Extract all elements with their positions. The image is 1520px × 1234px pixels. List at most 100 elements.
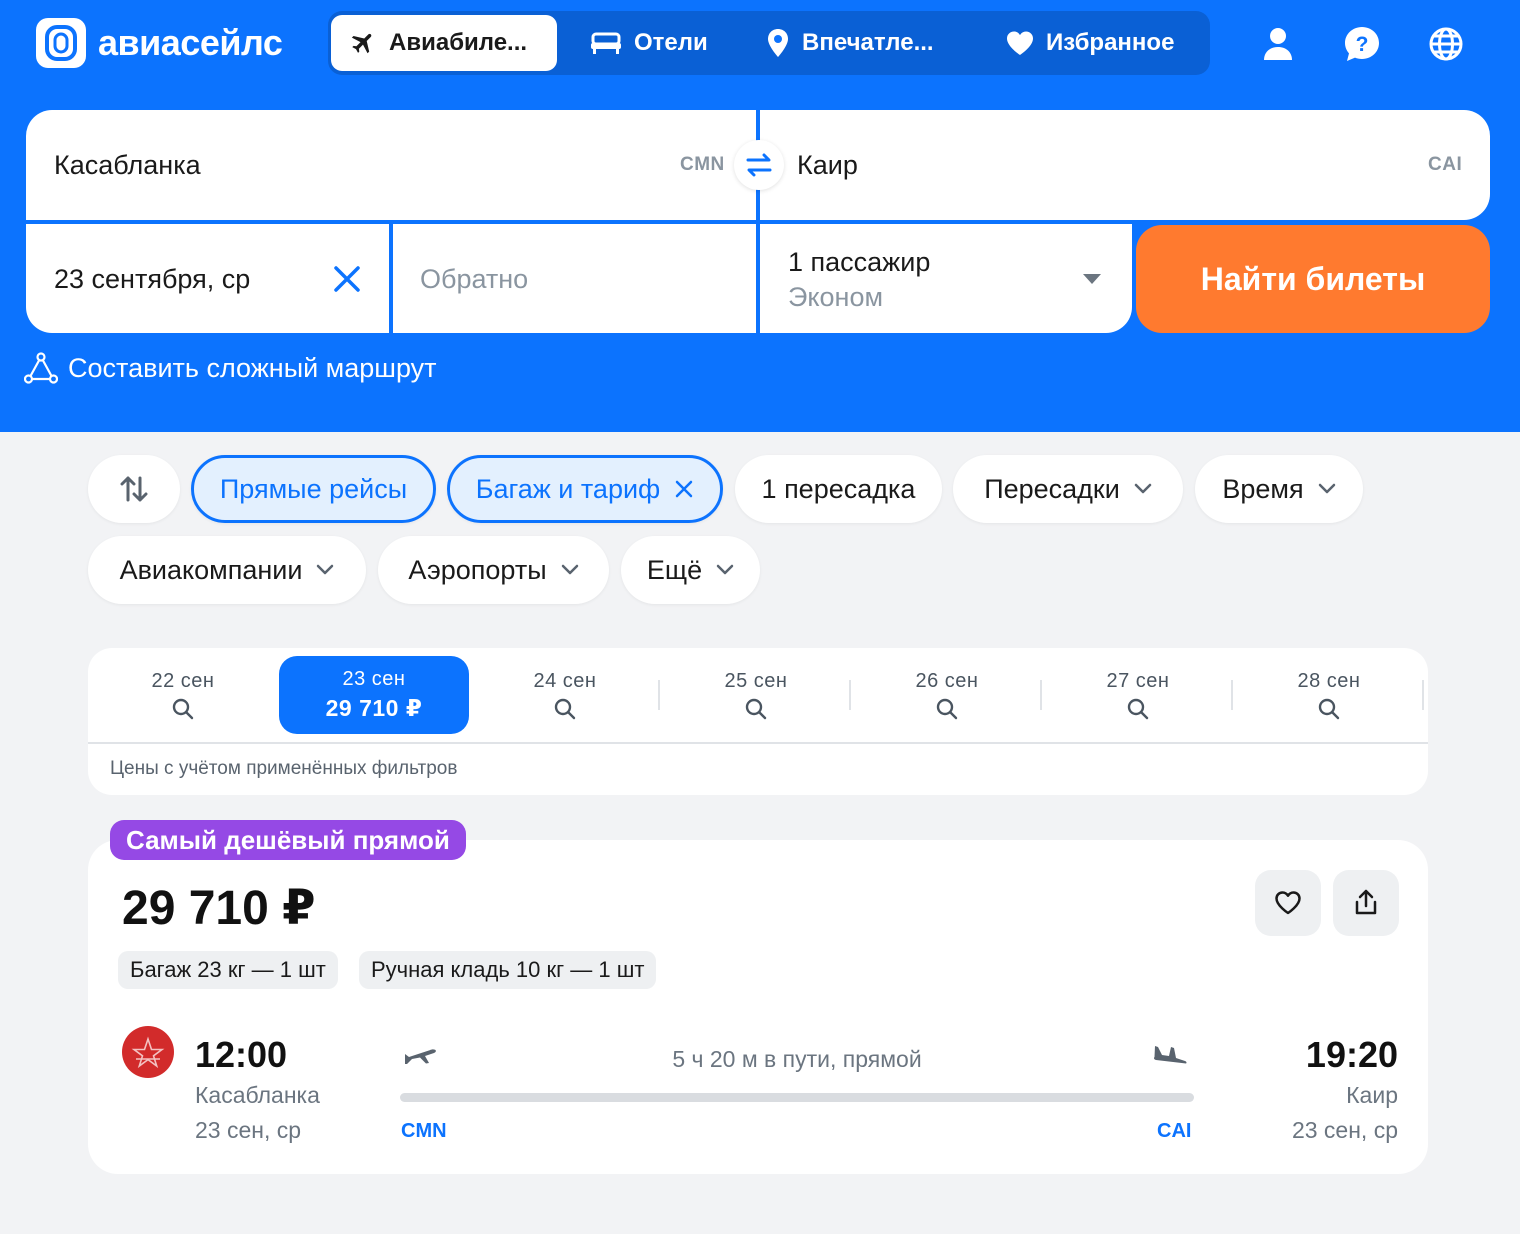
origin-field[interactable]: Касабланка CMN <box>26 110 756 220</box>
date-label: 24 сен <box>533 669 597 692</box>
depart-date-field[interactable]: 23 сентября, ср <box>26 224 389 333</box>
chevron-down-icon <box>716 564 734 575</box>
filter-transfers-label: Пересадки <box>984 473 1120 504</box>
logo-text: авиасейлс <box>98 22 283 63</box>
help-icon[interactable]: ? <box>1340 22 1384 66</box>
depart-time: 12:00 <box>195 1034 288 1075</box>
arrive-city: Каир <box>1346 1082 1398 1108</box>
ticket-price: 29 710 ₽ <box>122 882 316 935</box>
cabin-class: Эконом <box>788 282 884 312</box>
flight-track <box>400 1093 1194 1102</box>
tab-flights[interactable]: Авиабиле... <box>331 15 557 71</box>
baggage-pill: Багаж 23 кг — 1 шт <box>118 951 338 989</box>
filter-time-label: Время <box>1222 473 1304 504</box>
return-date-placeholder: Обратно <box>420 264 529 294</box>
chevron-down-icon <box>1134 483 1152 494</box>
search-icon <box>172 698 194 719</box>
close-icon[interactable] <box>674 479 694 499</box>
date-label: 23 сен <box>342 668 406 690</box>
date-divider <box>849 680 851 710</box>
filter-baggage-tariff-label: Багаж и тариф <box>475 473 661 504</box>
destination-code: CAI <box>1428 154 1463 175</box>
tab-favorites-label: Избранное <box>1046 29 1175 56</box>
date-28[interactable]: 28 сен <box>1234 656 1424 734</box>
share-button[interactable] <box>1333 870 1399 936</box>
filter-one-stop-label: 1 пересадка <box>761 473 916 504</box>
filter-direct-flights-label: Прямые рейсы <box>219 473 408 504</box>
depart-city: Касабланка <box>195 1082 320 1108</box>
complex-route-link[interactable]: Составить сложный маршрут <box>24 352 437 384</box>
filter-transfers[interactable]: Пересадки <box>953 455 1183 523</box>
route-icon <box>24 352 58 384</box>
date-label: 22 сен <box>151 669 215 692</box>
heart-icon <box>1007 31 1033 55</box>
date-label: 27 сен <box>1106 669 1170 692</box>
airline-emblem-icon <box>131 1036 165 1069</box>
return-date-field[interactable]: Обратно <box>393 224 756 333</box>
landing-icon <box>1154 1046 1187 1064</box>
globe-icon[interactable] <box>1424 22 1468 66</box>
search-icon <box>1318 698 1340 719</box>
origin-city: Касабланка <box>54 150 201 180</box>
date-24[interactable]: 24 сен <box>470 656 660 734</box>
passengers-field[interactable]: 1 пассажир Эконом <box>760 224 1132 333</box>
clear-date-icon[interactable] <box>332 264 362 294</box>
airline-logo <box>122 1026 174 1078</box>
logo[interactable]: авиасейлс <box>36 18 283 68</box>
location-pin-icon <box>768 29 788 57</box>
destination-field[interactable]: Каир CAI <box>760 110 1490 220</box>
search-button[interactable]: Найти билеты <box>1136 225 1490 333</box>
depart-date-value: 23 сентября, ср <box>54 264 251 294</box>
user-icon[interactable] <box>1256 22 1300 66</box>
swap-icon <box>746 153 772 177</box>
filter-airports[interactable]: Аэропорты <box>378 536 609 604</box>
date-divider <box>1231 680 1233 710</box>
date-27[interactable]: 27 сен <box>1043 656 1233 734</box>
tab-experiences-label: Впечатле... <box>802 29 934 56</box>
date-22[interactable]: 22 сен <box>88 656 278 734</box>
tab-flights-label: Авиабиле... <box>389 29 528 56</box>
flight-duration: 5 ч 20 м в пути, прямой <box>672 1046 922 1072</box>
date-divider <box>1040 680 1042 710</box>
filter-airports-label: Аэропорты <box>408 554 547 585</box>
search-icon <box>745 698 767 719</box>
filter-more[interactable]: Ещё <box>621 536 760 604</box>
cheapest-direct-badge: Самый дешёвый прямой <box>110 820 466 860</box>
hand-luggage-pill: Ручная кладь 10 кг — 1 шт <box>359 951 657 989</box>
price-filter-note: Цены с учётом применённых фильтров <box>110 758 458 779</box>
date-label: 28 сен <box>1297 669 1361 692</box>
depart-date: 23 сен, ср <box>195 1117 302 1143</box>
arrive-time: 19:20 <box>1305 1034 1398 1075</box>
sort-icon <box>120 476 148 502</box>
filter-time[interactable]: Время <box>1195 455 1363 523</box>
date-label: 26 сен <box>915 669 979 692</box>
complex-route-label: Составить сложный маршрут <box>68 352 437 383</box>
svg-text:?: ? <box>1356 33 1369 56</box>
heart-outline-icon <box>1275 891 1301 915</box>
takeoff-icon <box>405 1049 436 1064</box>
sort-button[interactable] <box>88 455 180 523</box>
chevron-down-icon <box>317 564 334 575</box>
logo-icon <box>36 18 86 68</box>
date-label: 25 сен <box>724 669 788 692</box>
passengers-count: 1 пассажир <box>788 247 931 277</box>
product-tabs: Авиабиле... Отели Впечатле... Избранное <box>328 11 1210 75</box>
tab-experiences[interactable]: Впечатле... <box>766 15 934 71</box>
swap-cities-button[interactable] <box>734 140 784 190</box>
filter-baggage-tariff[interactable]: Багаж и тариф <box>447 455 723 523</box>
filter-airlines-label: Авиакомпании <box>119 554 303 585</box>
filter-direct-flights[interactable]: Прямые рейсы <box>191 455 436 523</box>
tab-favorites[interactable]: Избранное <box>1006 15 1174 71</box>
date-25[interactable]: 25 сен <box>661 656 851 734</box>
arrive-date: 23 сен, ср <box>1291 1117 1398 1143</box>
date-23-selected[interactable]: 23 сен 29 710 ₽ <box>279 656 469 734</box>
chevron-down-icon <box>1318 483 1335 494</box>
date-26[interactable]: 26 сен <box>852 656 1042 734</box>
divider <box>88 742 1428 744</box>
filter-airlines[interactable]: Авиакомпании <box>88 536 366 604</box>
filter-one-stop[interactable]: 1 пересадка <box>735 455 942 523</box>
add-to-favorites-button[interactable] <box>1255 870 1321 936</box>
destination-airport-code: CAI <box>1157 1120 1192 1142</box>
tab-hotels[interactable]: Отели <box>590 15 708 71</box>
date-strip: 22 сен 23 сен 29 710 ₽ 24 сен 25 сен 26 … <box>88 648 1428 795</box>
